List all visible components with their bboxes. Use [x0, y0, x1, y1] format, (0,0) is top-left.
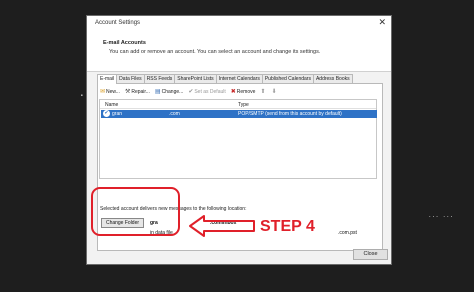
- move-down-button[interactable]: ⬇: [271, 88, 277, 95]
- repair-button[interactable]: ⚒ Repair...: [125, 88, 150, 95]
- remove-button[interactable]: ✖ Remove: [231, 88, 256, 95]
- tab-rss-feeds[interactable]: RSS Feeds: [143, 74, 176, 83]
- set-default-label: Set as Default: [194, 88, 226, 95]
- step-annotation: STEP 4: [260, 218, 315, 235]
- tab-email[interactable]: E-mail: [97, 74, 118, 84]
- repair-icon: ⚒: [124, 88, 131, 95]
- header-band: E-mail Accounts You can add or remove an…: [87, 34, 391, 72]
- check-icon: ✔: [188, 88, 194, 95]
- account-domain: .com: [169, 111, 180, 117]
- background-dots: ... ...: [428, 212, 454, 219]
- pointer-arrow-icon: [189, 215, 255, 237]
- column-header-name[interactable]: Name: [105, 102, 118, 108]
- new-button[interactable]: ✉ New...: [100, 88, 120, 95]
- tab-address-books[interactable]: Address Books: [312, 74, 353, 83]
- repair-label: Repair...: [131, 88, 150, 95]
- account-name: gran: [112, 111, 123, 117]
- default-check-icon: ✔: [103, 110, 110, 117]
- header-title: E-mail Accounts: [103, 40, 146, 46]
- new-label: New...: [106, 88, 120, 95]
- close-icon[interactable]: ✕: [378, 18, 386, 28]
- tab-sharepoint-lists[interactable]: SharePoint Lists: [174, 74, 217, 83]
- toolbar: ✉ New... ⚒ Repair... ▤ Change... ✔ Set a…: [100, 87, 282, 96]
- highlight-box: [91, 187, 180, 236]
- remove-icon: ✖: [230, 88, 236, 95]
- data-file-path: .com.pst: [338, 230, 357, 236]
- arrow-down-icon: ⬇: [271, 88, 277, 95]
- change-icon: ▤: [154, 88, 161, 95]
- list-header: Name Type: [100, 100, 376, 109]
- tab-published-calendars[interactable]: Published Calendars: [261, 74, 314, 83]
- title-bar: Account Settings ✕: [87, 16, 391, 34]
- arrow-up-icon: ⬆: [260, 88, 266, 95]
- column-header-type[interactable]: Type: [238, 102, 249, 108]
- tab-data-files[interactable]: Data Files: [116, 74, 145, 83]
- set-default-button[interactable]: ✔ Set as Default: [188, 88, 225, 95]
- tab-internet-calendars[interactable]: Internet Calendars: [215, 74, 263, 83]
- move-up-button[interactable]: ⬆: [260, 88, 266, 95]
- change-button[interactable]: ▤ Change...: [155, 88, 183, 95]
- change-label: Change...: [161, 88, 184, 95]
- new-icon: ✉: [100, 88, 106, 95]
- account-row[interactable]: ✔ gran .com POP/SMTP (send from this acc…: [101, 110, 377, 118]
- window-title: Account Settings: [95, 20, 141, 26]
- header-subtitle: You can add or remove an account. You ca…: [109, 49, 321, 55]
- account-type: POP/SMTP (send from this account by defa…: [238, 111, 342, 117]
- remove-label: Remove: [236, 88, 256, 95]
- close-button[interactable]: Close: [353, 249, 388, 260]
- account-list: Name Type ✔ gran .com POP/SMTP (send fro…: [99, 99, 377, 179]
- background-dots: ▪: [80, 92, 84, 99]
